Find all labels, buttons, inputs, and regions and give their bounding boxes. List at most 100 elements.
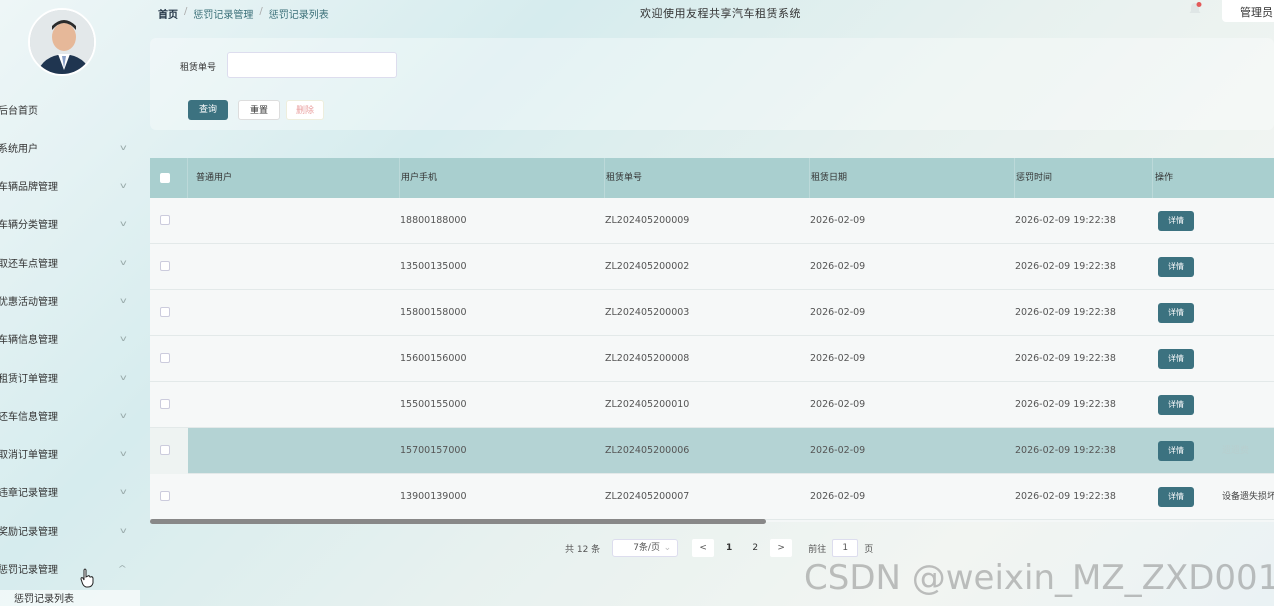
row-checkbox[interactable] bbox=[160, 445, 170, 455]
detail-button[interactable]: 详情 bbox=[1158, 303, 1194, 323]
cell-penalty-reason: 遗遗费 bbox=[1222, 446, 1250, 456]
sidebar-item[interactable]: 系统用户 v bbox=[0, 128, 140, 166]
row-checkbox[interactable] bbox=[160, 261, 170, 271]
row-checkbox[interactable] bbox=[160, 491, 170, 501]
submenu-item-penalty-list[interactable]: 惩罚记录列表 bbox=[0, 590, 140, 606]
detail-button[interactable]: 详情 bbox=[1158, 441, 1194, 461]
breadcrumb-separator: / bbox=[184, 6, 188, 17]
detail-button[interactable]: 详情 bbox=[1158, 349, 1194, 369]
cell-phone: 15800158000 bbox=[400, 307, 467, 318]
column-header[interactable]: 用户手机 bbox=[400, 158, 605, 198]
chevron-down-icon: v bbox=[120, 180, 127, 190]
reset-button[interactable]: 重置 bbox=[238, 100, 280, 120]
detail-button[interactable]: 详情 bbox=[1158, 211, 1194, 231]
sidebar-item-label: 违章记录管理 bbox=[0, 487, 58, 499]
column-header[interactable]: 租赁单号 bbox=[605, 158, 810, 198]
page-size-value: 7条/页 bbox=[633, 543, 660, 553]
table-row[interactable]: 13500135000 ZL202405200002 2026-02-09 2026-… bbox=[150, 244, 1274, 290]
sidebar-item-label: 车辆信息管理 bbox=[0, 334, 58, 346]
select-all-cell bbox=[150, 158, 188, 198]
breadcrumb-item[interactable]: 惩罚记录管理 bbox=[193, 6, 253, 21]
sidebar: 后台首页 系统用户 v 车辆品牌管理 v 车辆分类管理 v 取还车点管理 v 优惠活动管理 v 车辆信… bbox=[0, 0, 140, 606]
sidebar-item[interactable]: 租赁订单管理 v bbox=[0, 358, 140, 396]
cell-date: 2026-02-09 bbox=[810, 353, 866, 364]
chevron-down-icon: v bbox=[120, 257, 127, 267]
sidebar-item-label: 车辆品牌管理 bbox=[0, 181, 58, 193]
cell-phone: 15500155000 bbox=[400, 399, 467, 410]
goto-page-input[interactable]: 1 bbox=[832, 539, 859, 557]
column-header[interactable]: 租赁日期 bbox=[810, 158, 1015, 198]
next-page-button[interactable]: > bbox=[770, 539, 793, 557]
cell-time: 2026-02-09 19:22:38 bbox=[1015, 491, 1116, 502]
cell-order: ZL202405200007 bbox=[605, 491, 690, 502]
sidebar-item-label: 租赁订单管理 bbox=[0, 373, 58, 385]
detail-button[interactable]: 详情 bbox=[1158, 487, 1194, 507]
breadcrumb-home[interactable]: 首页 bbox=[158, 6, 178, 21]
cell-date: 2026-02-09 bbox=[810, 399, 866, 410]
sidebar-item[interactable]: 奖励记录管理 v bbox=[0, 511, 140, 549]
submenu-item-label: 惩罚记录列表 bbox=[14, 594, 74, 605]
sidebar-item[interactable]: 车辆信息管理 v bbox=[0, 319, 140, 357]
cell-phone: 15600156000 bbox=[400, 353, 467, 364]
row-checkbox[interactable] bbox=[160, 215, 170, 225]
table-row[interactable]: 15500155000 ZL202405200010 2026-02-09 2026-… bbox=[150, 382, 1274, 428]
bell-icon[interactable] bbox=[1188, 2, 1202, 16]
cell-order: ZL202405200006 bbox=[605, 445, 690, 456]
order-no-label: 租赁单号 bbox=[180, 63, 217, 73]
row-select-cell bbox=[150, 290, 188, 336]
penalty-table: 普通用户 用户手机 租赁单号 租赁日期 惩罚时间 操作 18800188000 Z… bbox=[150, 158, 1274, 522]
goto-suffix: 页 bbox=[864, 544, 874, 555]
table-header: 普通用户 用户手机 租赁单号 租赁日期 惩罚时间 操作 bbox=[150, 158, 1274, 198]
sidebar-item[interactable]: 违章记录管理 v bbox=[0, 472, 140, 510]
sidebar-item[interactable]: 车辆品牌管理 v bbox=[0, 166, 140, 204]
cell-time: 2026-02-09 19:22:38 bbox=[1015, 445, 1116, 456]
table-row[interactable]: 15700157000 ZL202405200006 2026-02-09 2026-… bbox=[150, 428, 1274, 474]
cell-phone: 18800188000 bbox=[400, 215, 467, 226]
prev-page-button[interactable]: < bbox=[692, 539, 715, 557]
row-checkbox[interactable] bbox=[160, 353, 170, 363]
delete-button[interactable]: 删除 bbox=[286, 100, 324, 120]
page-number[interactable]: 1 bbox=[718, 539, 740, 557]
order-no-input[interactable] bbox=[227, 52, 397, 78]
table-row[interactable]: 13900139000 ZL202405200007 2026-02-09 2026-… bbox=[150, 474, 1274, 520]
breadcrumb: 首页 / 惩罚记录管理 / 惩罚记录列表 bbox=[158, 6, 329, 21]
row-checkbox[interactable] bbox=[160, 399, 170, 409]
admin-menu-button[interactable]: 管理员 bbox=[1222, 0, 1274, 22]
cell-date: 2026-02-09 bbox=[810, 261, 866, 272]
breadcrumb-separator: / bbox=[259, 6, 263, 17]
top-bar: 首页 / 惩罚记录管理 / 惩罚记录列表 欢迎使用友程共享汽车租赁系统 管理员 bbox=[140, 0, 1274, 26]
cell-penalty-reason: 设备遗失损坏 bbox=[1222, 492, 1274, 502]
sidebar-item-label: 还车信息管理 bbox=[0, 411, 58, 423]
breadcrumb-item: 惩罚记录列表 bbox=[268, 10, 329, 21]
sidebar-item[interactable]: 车辆分类管理 v bbox=[0, 204, 140, 242]
chevron-down-icon: v bbox=[120, 372, 127, 382]
sidebar-item-label: 系统用户 bbox=[0, 143, 38, 155]
column-header[interactable]: 普通用户 bbox=[188, 158, 400, 198]
chevron-down-icon: v bbox=[120, 448, 127, 458]
cell-date: 2026-02-09 bbox=[810, 445, 866, 456]
sidebar-item-label: 取还车点管理 bbox=[0, 258, 58, 270]
sidebar-item[interactable]: 取还车点管理 v bbox=[0, 243, 140, 281]
cell-phone: 13900139000 bbox=[400, 491, 467, 502]
detail-button[interactable]: 详情 bbox=[1158, 395, 1194, 415]
detail-button[interactable]: 详情 bbox=[1158, 257, 1194, 277]
query-button[interactable]: 查询 bbox=[188, 100, 228, 120]
select-all-checkbox[interactable] bbox=[160, 173, 170, 183]
horizontal-scrollbar[interactable] bbox=[150, 519, 766, 524]
sidebar-item[interactable]: 后台首页 bbox=[0, 90, 140, 128]
avatar[interactable] bbox=[28, 8, 96, 76]
table-row[interactable]: 15600156000 ZL202405200008 2026-02-09 2026-… bbox=[150, 336, 1274, 382]
page-number[interactable]: 2 bbox=[744, 539, 766, 557]
row-select-cell bbox=[150, 428, 188, 474]
row-checkbox[interactable] bbox=[160, 307, 170, 317]
sidebar-item[interactable]: 还车信息管理 v bbox=[0, 396, 140, 434]
row-select-cell bbox=[150, 336, 188, 382]
sidebar-item[interactable]: 优惠活动管理 v bbox=[0, 281, 140, 319]
table-row[interactable]: 15800158000 ZL202405200003 2026-02-09 2026-… bbox=[150, 290, 1274, 336]
cell-order: ZL202405200003 bbox=[605, 307, 690, 318]
sidebar-item[interactable]: 取消订单管理 v bbox=[0, 434, 140, 472]
column-header[interactable]: 惩罚时间 bbox=[1015, 158, 1153, 198]
table-row[interactable]: 18800188000 ZL202405200009 2026-02-09 2026-… bbox=[150, 198, 1274, 244]
sidebar-item[interactable]: 惩罚记录管理 ^ bbox=[0, 549, 140, 587]
page-size-select[interactable]: 7条/页 ⌄ bbox=[612, 539, 679, 557]
